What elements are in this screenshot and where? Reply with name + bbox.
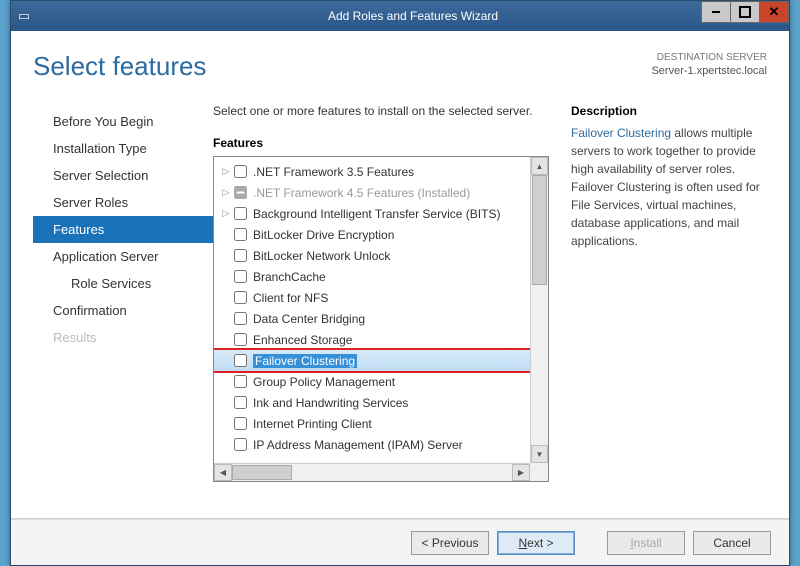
- feature-checkbox[interactable]: [234, 270, 247, 283]
- feature-label: Ink and Handwriting Services: [253, 396, 408, 410]
- description-label: Description: [571, 104, 767, 118]
- feature-checkbox[interactable]: [234, 438, 247, 451]
- instruction-text: Select one or more features to install o…: [213, 104, 549, 118]
- next-button[interactable]: Next >: [497, 531, 575, 555]
- feature-label: Failover Clustering: [253, 354, 357, 368]
- feature-checkbox[interactable]: [234, 375, 247, 388]
- feature-checkbox[interactable]: [234, 207, 247, 220]
- scrollbar-corner: [530, 463, 548, 481]
- expand-icon[interactable]: ▷: [220, 187, 232, 198]
- feature-checkbox[interactable]: [234, 417, 247, 430]
- close-button[interactable]: ✕: [759, 1, 789, 23]
- scroll-up-button[interactable]: ▲: [531, 157, 548, 175]
- feature-checkbox[interactable]: [234, 249, 247, 262]
- feature-checkbox[interactable]: [234, 312, 247, 325]
- feature-checkbox[interactable]: [234, 333, 247, 346]
- feature-row[interactable]: Internet Printing Client: [214, 413, 530, 434]
- feature-label: Enhanced Storage: [253, 333, 352, 347]
- scroll-down-button[interactable]: ▼: [531, 445, 548, 463]
- features-listbox: ▷ .NET Framework 3.5 Features ▷ .NET Framew…: [213, 156, 549, 482]
- nav-step-confirmation[interactable]: Confirmation: [33, 297, 213, 324]
- feature-label: BitLocker Drive Encryption: [253, 228, 394, 242]
- minimize-button[interactable]: [701, 1, 731, 23]
- features-list[interactable]: ▷ .NET Framework 3.5 Features ▷ .NET Framew…: [214, 157, 530, 463]
- previous-button[interactable]: < Previous: [411, 531, 489, 555]
- feature-checkbox[interactable]: [234, 291, 247, 304]
- destination-label: DESTINATION SERVER: [651, 51, 767, 64]
- nav-step-before-you-begin[interactable]: Before You Begin: [33, 108, 213, 135]
- feature-row[interactable]: Data Center Bridging: [214, 308, 530, 329]
- page-title: Select features: [33, 51, 206, 82]
- feature-checkbox[interactable]: [234, 396, 247, 409]
- expand-icon[interactable]: ▷: [220, 208, 232, 219]
- feature-label: Client for NFS: [253, 291, 328, 305]
- nav-step-features[interactable]: Features: [33, 216, 213, 243]
- scroll-right-button[interactable]: ▶: [512, 464, 530, 481]
- destination-info: DESTINATION SERVER Server-1.xpertstec.lo…: [651, 51, 767, 82]
- feature-row[interactable]: Client for NFS: [214, 287, 530, 308]
- feature-row[interactable]: BitLocker Drive Encryption: [214, 224, 530, 245]
- feature-checkbox[interactable]: [234, 354, 247, 367]
- horizontal-scrollbar[interactable]: ◀ ▶: [214, 463, 530, 481]
- features-label: Features: [213, 136, 549, 150]
- feature-label: BranchCache: [253, 270, 326, 284]
- feature-label: Data Center Bridging: [253, 312, 365, 326]
- nav-step-server-roles[interactable]: Server Roles: [33, 189, 213, 216]
- feature-checkbox[interactable]: [234, 165, 247, 178]
- feature-checkbox[interactable]: [234, 186, 247, 199]
- scroll-thumb-vertical[interactable]: [532, 175, 547, 285]
- cancel-button[interactable]: Cancel: [693, 531, 771, 555]
- description-link: Failover Clustering: [571, 126, 671, 140]
- feature-row[interactable]: Enhanced Storage: [214, 329, 530, 350]
- feature-label: BitLocker Network Unlock: [253, 249, 390, 263]
- wizard-nav: Before You BeginInstallation TypeServer …: [33, 104, 213, 496]
- window-title: Add Roles and Features Wizard: [37, 9, 789, 23]
- app-icon: ▭: [11, 8, 37, 24]
- feature-row[interactable]: ▷ .NET Framework 4.5 Features (Installed): [214, 182, 530, 203]
- feature-label: Group Policy Management: [253, 375, 395, 389]
- feature-row[interactable]: ▷ .NET Framework 3.5 Features: [214, 161, 530, 182]
- expand-icon[interactable]: ▷: [220, 166, 232, 177]
- feature-row[interactable]: Failover Clustering: [214, 350, 530, 371]
- feature-label: IP Address Management (IPAM) Server: [253, 438, 463, 452]
- nav-step-server-selection[interactable]: Server Selection: [33, 162, 213, 189]
- description-body: allows multiple servers to work together…: [571, 126, 760, 248]
- description-text: Failover Clustering allows multiple serv…: [571, 124, 767, 250]
- nav-step-results: Results: [33, 324, 213, 351]
- nav-step-installation-type[interactable]: Installation Type: [33, 135, 213, 162]
- scroll-left-button[interactable]: ◀: [214, 464, 232, 481]
- feature-row[interactable]: IP Address Management (IPAM) Server: [214, 434, 530, 455]
- titlebar: ▭ Add Roles and Features Wizard ✕: [11, 1, 789, 31]
- feature-row[interactable]: ▷ Background Intelligent Transfer Service…: [214, 203, 530, 224]
- wizard-footer: < Previous Next > Install Cancel: [11, 519, 789, 565]
- nav-step-application-server[interactable]: Application Server: [33, 243, 213, 270]
- install-button[interactable]: Install: [607, 531, 685, 555]
- destination-server: Server-1.xpertstec.local: [651, 64, 767, 78]
- nav-step-role-services[interactable]: Role Services: [33, 270, 213, 297]
- feature-row[interactable]: Group Policy Management: [214, 371, 530, 392]
- maximize-button[interactable]: [730, 1, 760, 23]
- feature-label: Background Intelligent Transfer Service …: [253, 207, 500, 221]
- content-area: Select features DESTINATION SERVER Serve…: [11, 31, 789, 519]
- scroll-thumb-horizontal[interactable]: [232, 465, 292, 480]
- feature-row[interactable]: BitLocker Network Unlock: [214, 245, 530, 266]
- feature-row[interactable]: Ink and Handwriting Services: [214, 392, 530, 413]
- feature-label: Internet Printing Client: [253, 417, 372, 431]
- feature-label: .NET Framework 3.5 Features: [253, 165, 414, 179]
- feature-label: .NET Framework 4.5 Features (Installed): [253, 186, 470, 200]
- wizard-window: ▭ Add Roles and Features Wizard ✕ Select…: [10, 0, 790, 566]
- vertical-scrollbar[interactable]: ▲ ▼: [530, 157, 548, 463]
- feature-checkbox[interactable]: [234, 228, 247, 241]
- feature-row[interactable]: BranchCache: [214, 266, 530, 287]
